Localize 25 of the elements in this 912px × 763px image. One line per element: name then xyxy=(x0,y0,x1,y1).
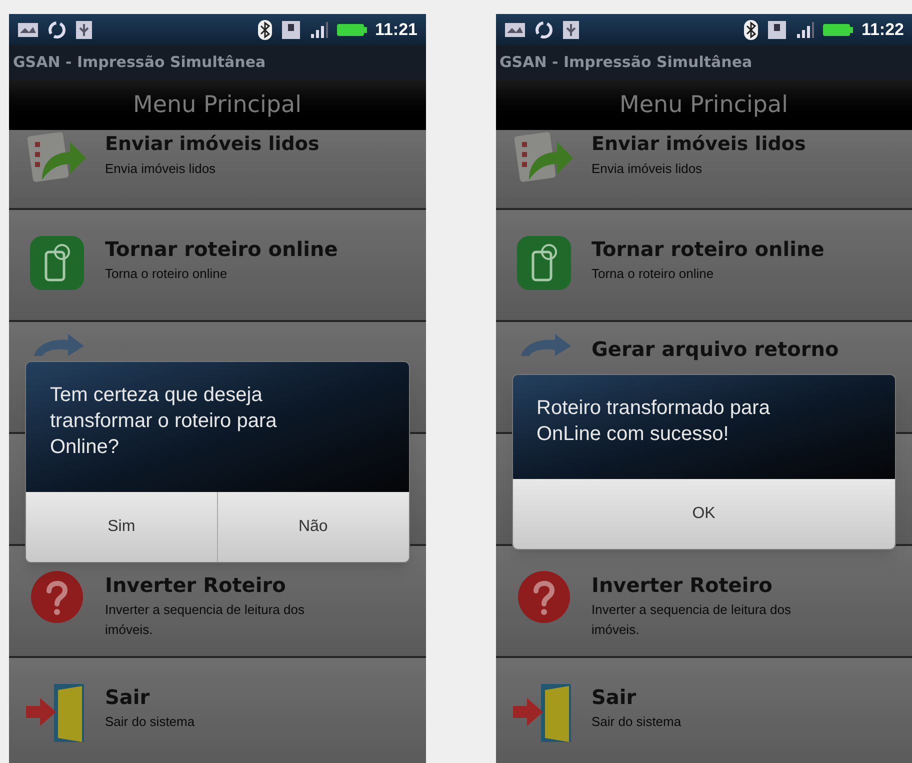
menu-item-subtitle: Inverter a sequencia de leitura dos imóveis. xyxy=(592,601,792,638)
menu-item-title: Gerar arquivo retorno xyxy=(592,336,839,363)
clock-time: 11:22 xyxy=(861,18,904,41)
menu-item-subtitle: Inverter a sequencia de leitura dos imóveis. xyxy=(105,601,306,638)
clock-time: 11:21 xyxy=(374,18,418,41)
dialog-message: Tem certeza que deseja transformar o roteiro para Online? xyxy=(50,383,278,460)
menu-item-subtitle: Sair do sistema xyxy=(105,713,196,731)
menu-item-title: Sair xyxy=(592,684,638,711)
menu-item-title: Enviar imóveis lidos xyxy=(592,132,807,157)
menu-item-title: Tornar roteiro online xyxy=(592,236,826,263)
menu-item-subtitle: Torna o roteiro online xyxy=(592,265,715,283)
menu-item-title: Inverter Roteiro xyxy=(592,572,774,599)
header-title: Menu Principal xyxy=(620,90,788,120)
app-title: GSAN - Impressão Simultânea xyxy=(13,52,266,74)
dialog-message: Roteiro transformado para OnLine com sucesso! xyxy=(536,396,771,447)
menu-item-subtitle: Envia imóveis lidos xyxy=(105,160,217,178)
menu-item-title: Enviar imóveis lidos xyxy=(105,132,320,157)
menu-item-subtitle: Sair do sistema xyxy=(592,713,682,731)
header-title: Menu Principal xyxy=(133,90,302,120)
menu-item-title: Sair xyxy=(105,684,151,711)
menu-item-title: Inverter Roteiro xyxy=(105,572,287,599)
menu-item-subtitle: Torna o roteiro online xyxy=(105,265,228,283)
menu-item-title: Tornar roteiro online xyxy=(105,236,339,263)
menu-item-subtitle: Envia imóveis lidos xyxy=(592,160,704,178)
app-title: GSAN - Impressão Simultânea xyxy=(500,52,752,74)
